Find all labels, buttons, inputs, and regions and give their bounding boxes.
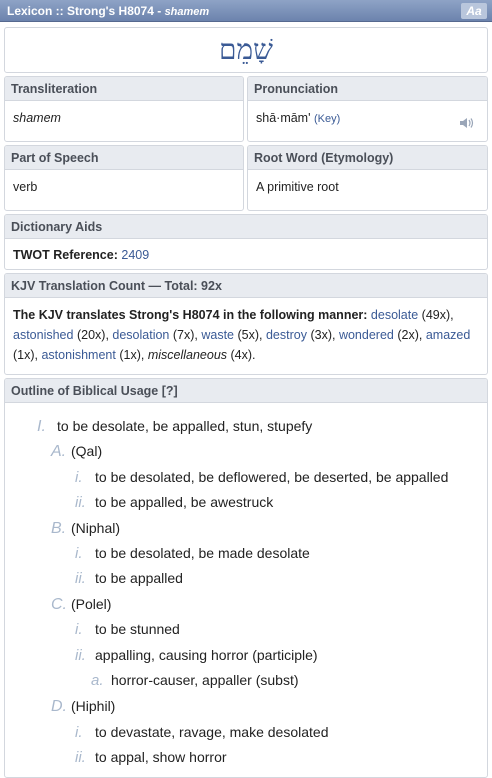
- dictionary-aids-heading: Dictionary Aids: [5, 215, 487, 239]
- kjv-count: (49x): [421, 308, 451, 322]
- kjv-misc: miscellaneous: [147, 348, 228, 362]
- pronunciation-panel: Pronunciation shā·mām' (Key): [247, 76, 488, 142]
- outline-marker: D.: [51, 698, 67, 715]
- transliteration-panel: Transliteration shamem: [4, 76, 244, 142]
- outline-heading[interactable]: Outline of Biblical Usage [?]: [5, 379, 487, 403]
- outline-item: C. (Polel): [51, 594, 111, 614]
- outline-item: ii. to appal, show horror: [75, 747, 227, 767]
- kjv-word-link[interactable]: astonishment: [41, 348, 115, 362]
- outline-text: to be appalled, be awestruck: [95, 494, 274, 510]
- transliteration-heading: Transliteration: [5, 77, 243, 101]
- outline-item: ii. to be appalled: [75, 568, 183, 588]
- part-of-speech-heading: Part of Speech: [5, 146, 243, 170]
- outline-text: to be desolated, be deflowered, be deser…: [95, 469, 449, 485]
- part-of-speech-panel: Part of Speech verb: [4, 145, 244, 211]
- window-title-bar: Lexicon :: Strong's H8074 - shamem Aa: [0, 0, 492, 22]
- outline-text: to be desolate, be appalled, stun, stupe…: [57, 418, 313, 434]
- pronunciation-heading: Pronunciation: [248, 77, 487, 101]
- kjv-word-link[interactable]: wondered: [339, 328, 394, 342]
- kjv-word-link[interactable]: desolation: [112, 328, 169, 342]
- part-of-speech-value: verb: [13, 180, 38, 194]
- dictionary-aids-panel: Dictionary Aids TWOT Reference: 2409: [4, 214, 488, 270]
- outline-item: ii. to be appalled, be awestruck: [75, 492, 273, 512]
- root-word-heading: Root Word (Etymology): [248, 146, 487, 170]
- transliteration-value: shamem: [13, 111, 61, 125]
- outline-marker: A.: [51, 443, 67, 460]
- outline-marker: i.: [75, 469, 83, 486]
- outline-text: (Hiphil): [71, 698, 116, 714]
- outline-item: ii. appalling, causing horror (participle…: [75, 645, 318, 665]
- outline-text: to devastate, ravage, make desolated: [95, 724, 329, 740]
- outline-item: i. to devastate, ravage, make desolated: [75, 722, 328, 742]
- outline-marker: i.: [75, 545, 83, 562]
- twot-reference-link[interactable]: 2409: [121, 248, 149, 262]
- window-title: Lexicon :: Strong's H8074 -: [7, 4, 165, 18]
- outline-text: (Qal): [71, 443, 103, 459]
- kjv-word-link[interactable]: desolate: [371, 308, 418, 322]
- outline-item: i. to be desolated, be made desolate: [75, 543, 310, 563]
- speaker-icon[interactable]: [459, 117, 475, 129]
- outline-marker: a.: [91, 672, 104, 689]
- outline-item: i. to be stunned: [75, 619, 180, 639]
- outline-marker: ii.: [75, 647, 86, 664]
- pronunciation-key-link[interactable]: (Key): [314, 113, 340, 125]
- outline-item: A. (Qal): [51, 441, 102, 461]
- font-size-button[interactable]: Aa: [461, 3, 487, 19]
- kjv-count: (5x): [237, 328, 260, 342]
- kjv-word-link[interactable]: astonished: [13, 328, 73, 342]
- outline-marker: i.: [75, 621, 83, 638]
- outline-panel: Outline of Biblical Usage [?] I. to be de…: [4, 378, 488, 778]
- outline-text: to be stunned: [95, 621, 180, 637]
- outline-item: a. horror-causer, appaller (subst): [91, 670, 299, 690]
- outline-text: appalling, causing horror (participle): [95, 647, 318, 663]
- kjv-count: (1x): [13, 348, 35, 362]
- kjv-count-heading: KJV Translation Count — Total: 92x: [5, 274, 487, 298]
- window-title-word: shamem: [164, 6, 210, 18]
- kjv-word-link[interactable]: waste: [201, 328, 234, 342]
- outline-item: I. to be desolate, be appalled, stun, stu…: [37, 416, 312, 436]
- outline-marker: I.: [37, 418, 46, 435]
- outline-marker: i.: [75, 724, 83, 741]
- outline-marker: C.: [51, 596, 67, 613]
- outline-text: (Niphal): [71, 520, 121, 536]
- outline-marker: ii.: [75, 570, 86, 587]
- hebrew-word: שָׁמֵם: [219, 33, 273, 66]
- kjv-misc-count: (4x).: [230, 348, 256, 362]
- pronunciation-value: shā·mām': [256, 111, 311, 125]
- kjv-count: (7x): [172, 328, 195, 342]
- hebrew-word-panel: שָׁמֵם: [4, 27, 488, 73]
- kjv-word-link[interactable]: amazed: [426, 328, 470, 342]
- kjv-word-link[interactable]: destroy: [266, 328, 307, 342]
- outline-marker: B.: [51, 520, 67, 537]
- twot-label: TWOT Reference:: [13, 248, 118, 262]
- kjv-count: (1x): [119, 348, 141, 362]
- root-word-value: A primitive root: [256, 180, 339, 194]
- outline-text: to be desolated, be made desolate: [95, 545, 310, 561]
- root-word-panel: Root Word (Etymology) A primitive root: [247, 145, 488, 211]
- outline-text: to be appalled: [95, 570, 183, 586]
- kjv-intro: The KJV translates Strong's H8074 in the…: [13, 308, 368, 322]
- outline-marker: ii.: [75, 749, 86, 766]
- kjv-count-panel: KJV Translation Count — Total: 92x The K…: [4, 273, 488, 375]
- kjv-count: (2x): [397, 328, 419, 342]
- outline-text: (Polel): [71, 596, 112, 612]
- outline-item: D. (Hiphil): [51, 696, 115, 716]
- outline-item: B. (Niphal): [51, 518, 120, 538]
- outline-text: horror-causer, appaller (subst): [111, 672, 299, 688]
- outline-text: to appal, show horror: [95, 749, 227, 765]
- kjv-count-text: The KJV translates Strong's H8074 in the…: [13, 308, 471, 362]
- outline-item: i. to be desolated, be deflowered, be des…: [75, 467, 448, 487]
- kjv-count: (20x): [76, 328, 106, 342]
- outline-marker: ii.: [75, 494, 86, 511]
- kjv-count: (3x): [310, 328, 332, 342]
